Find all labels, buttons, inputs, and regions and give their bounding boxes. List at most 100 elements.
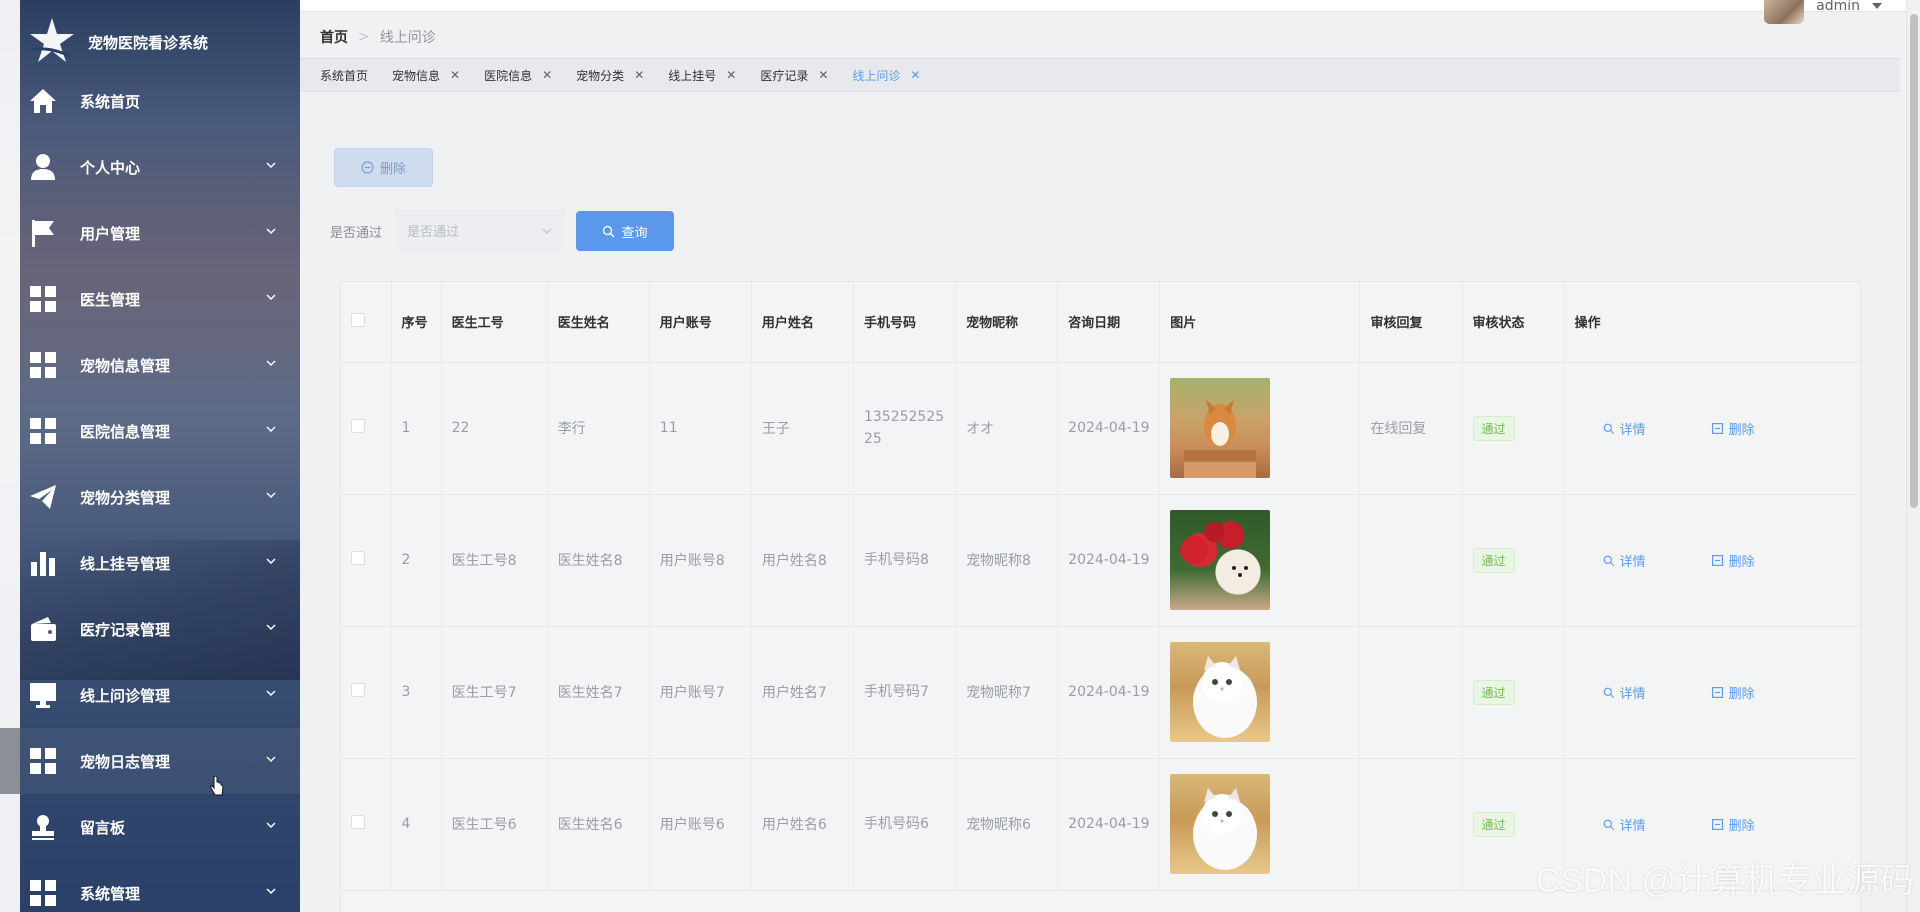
detail-button[interactable]: 详情 — [1603, 815, 1646, 834]
tab[interactable]: 宠物分类 ✕ — [576, 67, 644, 84]
avatar[interactable] — [1764, 0, 1805, 24]
detail-button[interactable]: 详情 — [1603, 419, 1646, 438]
sidebar-item[interactable]: 医疗记录管理 — [20, 596, 300, 662]
cell-actions: 详情 删除 — [1564, 626, 1860, 759]
detail-label: 详情 — [1619, 422, 1646, 438]
cell-user-account: 用户账号6 — [649, 758, 752, 891]
chevron-down-icon[interactable] — [264, 752, 278, 766]
user-name[interactable]: admin — [1816, 0, 1860, 14]
batch-delete-button[interactable]: 删除 — [334, 148, 433, 187]
cell-status: 通过 — [1462, 626, 1565, 759]
sidebar-item[interactable]: 宠物日志管理 — [0, 728, 300, 794]
watermark: CSDN @计算机专业源码 — [1535, 862, 1914, 900]
sidebar-item[interactable]: 留言板 — [20, 794, 300, 860]
sidebar-item[interactable]: 线上挂号管理 — [20, 530, 300, 596]
sidebar-item[interactable]: 个人中心 — [20, 134, 300, 200]
grid-icon — [26, 414, 60, 448]
chevron-down-icon[interactable] — [264, 818, 278, 832]
column-header: 图片 — [1159, 282, 1361, 363]
sidebar-item-label: 线上挂号管理 — [80, 554, 171, 573]
tab[interactable]: 线上问诊 ✕ — [852, 67, 920, 84]
pet-image[interactable] — [1170, 510, 1271, 610]
chevron-down-icon[interactable] — [264, 686, 278, 700]
sidebar-item-label: 宠物分类管理 — [80, 488, 171, 507]
row-select-cell — [341, 494, 392, 627]
tab-label: 线上问诊 — [852, 68, 901, 83]
select-all-checkbox[interactable] — [351, 312, 365, 327]
user-menu[interactable]: admin — [1764, 0, 1882, 24]
sidebar-item[interactable]: 医生管理 — [20, 266, 300, 332]
chevron-down-icon[interactable] — [264, 884, 278, 898]
delete-button[interactable]: 删除 — [1711, 419, 1755, 438]
home-icon — [26, 84, 60, 118]
row-checkbox[interactable] — [351, 551, 365, 565]
sidebar-item[interactable]: 系统管理 — [20, 860, 300, 912]
search-icon — [1603, 819, 1614, 830]
page-scrollbar[interactable] — [1906, 0, 1920, 912]
cell-user-name: 用户姓名8 — [751, 494, 854, 627]
tab[interactable]: 宠物信息 ✕ — [392, 67, 460, 84]
tab-label: 线上挂号 — [668, 68, 717, 83]
tab-label: 医疗记录 — [760, 68, 809, 83]
close-icon[interactable]: ✕ — [818, 68, 828, 82]
stamp-icon — [26, 810, 60, 844]
sidebar-item[interactable]: 系统首页 — [20, 68, 300, 134]
row-checkbox[interactable] — [351, 683, 365, 697]
chevron-down-icon[interactable] — [264, 224, 278, 238]
delete-button[interactable]: 删除 — [1711, 815, 1755, 834]
tab[interactable]: 系统首页 — [320, 67, 368, 84]
chevron-down-icon[interactable] — [264, 488, 278, 502]
sidebar-item-label: 医生管理 — [80, 290, 141, 309]
chevron-down-icon[interactable] — [264, 554, 278, 568]
tab[interactable]: 线上挂号 ✕ — [668, 67, 736, 84]
chevron-down-icon[interactable] — [264, 422, 278, 436]
cell-index: 2 — [391, 494, 442, 627]
query-button[interactable]: 查询 — [576, 211, 674, 251]
detail-button[interactable]: 详情 — [1603, 551, 1646, 570]
table-row: 3 医生工号7 医生姓名7 用户账号7 用户姓名7 手机号码7 宠物昵称7 2024-04-1… — [341, 626, 1860, 759]
row-checkbox[interactable] — [351, 419, 365, 433]
cell-doctor-name: 医生姓名6 — [547, 758, 650, 891]
pet-image[interactable] — [1170, 642, 1271, 742]
close-icon[interactable]: ✕ — [542, 68, 552, 82]
chevron-down-icon — [542, 228, 552, 234]
approval-filter-select[interactable]: 是否通过 — [396, 210, 564, 250]
chevron-down-icon[interactable] — [264, 290, 278, 304]
sidebar-item[interactable]: 宠物信息管理 — [20, 332, 300, 398]
cell-doctor-name: 医生姓名8 — [547, 494, 650, 627]
cell-user-account: 11 — [649, 362, 752, 495]
row-checkbox[interactable] — [351, 815, 365, 829]
sidebar-item[interactable]: 医院信息管理 — [20, 398, 300, 464]
close-icon[interactable]: ✕ — [634, 68, 644, 82]
caret-down-icon[interactable] — [1872, 3, 1882, 9]
sidebar-item[interactable]: 线上问诊管理 — [20, 662, 300, 728]
close-icon[interactable]: ✕ — [910, 68, 920, 82]
column-header: 序号 — [391, 282, 442, 363]
breadcrumb-home[interactable]: 首页 — [320, 27, 348, 47]
cell-reply — [1359, 758, 1463, 891]
status-badge: 通过 — [1472, 547, 1515, 573]
column-header: 宠物昵称 — [955, 282, 1059, 363]
tab[interactable]: 医院信息 ✕ — [484, 67, 552, 84]
pet-image[interactable] — [1170, 774, 1271, 874]
close-icon[interactable]: ✕ — [726, 68, 736, 82]
cell-actions: 详情 删除 — [1564, 362, 1860, 495]
cell-index: 4 — [391, 758, 442, 891]
scrollbar-thumb[interactable] — [1910, 14, 1918, 508]
chevron-down-icon[interactable] — [264, 356, 278, 370]
pet-image[interactable] — [1170, 378, 1271, 478]
sidebar-item[interactable]: 用户管理 — [20, 200, 300, 266]
sidebar-item-label: 线上问诊管理 — [80, 686, 171, 705]
chevron-down-icon[interactable] — [264, 620, 278, 634]
grid-icon — [26, 744, 60, 778]
tab-label: 宠物分类 — [576, 68, 625, 83]
delete-button[interactable]: 删除 — [1711, 551, 1755, 570]
delete-button[interactable]: 删除 — [1711, 683, 1755, 702]
tab[interactable]: 医疗记录 ✕ — [760, 67, 828, 84]
detail-label: 详情 — [1619, 818, 1646, 834]
close-icon[interactable]: ✕ — [450, 68, 460, 82]
chevron-down-icon[interactable] — [264, 158, 278, 172]
detail-button[interactable]: 详情 — [1603, 683, 1646, 702]
sidebar-item[interactable]: 宠物分类管理 — [20, 464, 300, 530]
cell-pet-nickname: 宠物昵称7 — [955, 626, 1059, 759]
